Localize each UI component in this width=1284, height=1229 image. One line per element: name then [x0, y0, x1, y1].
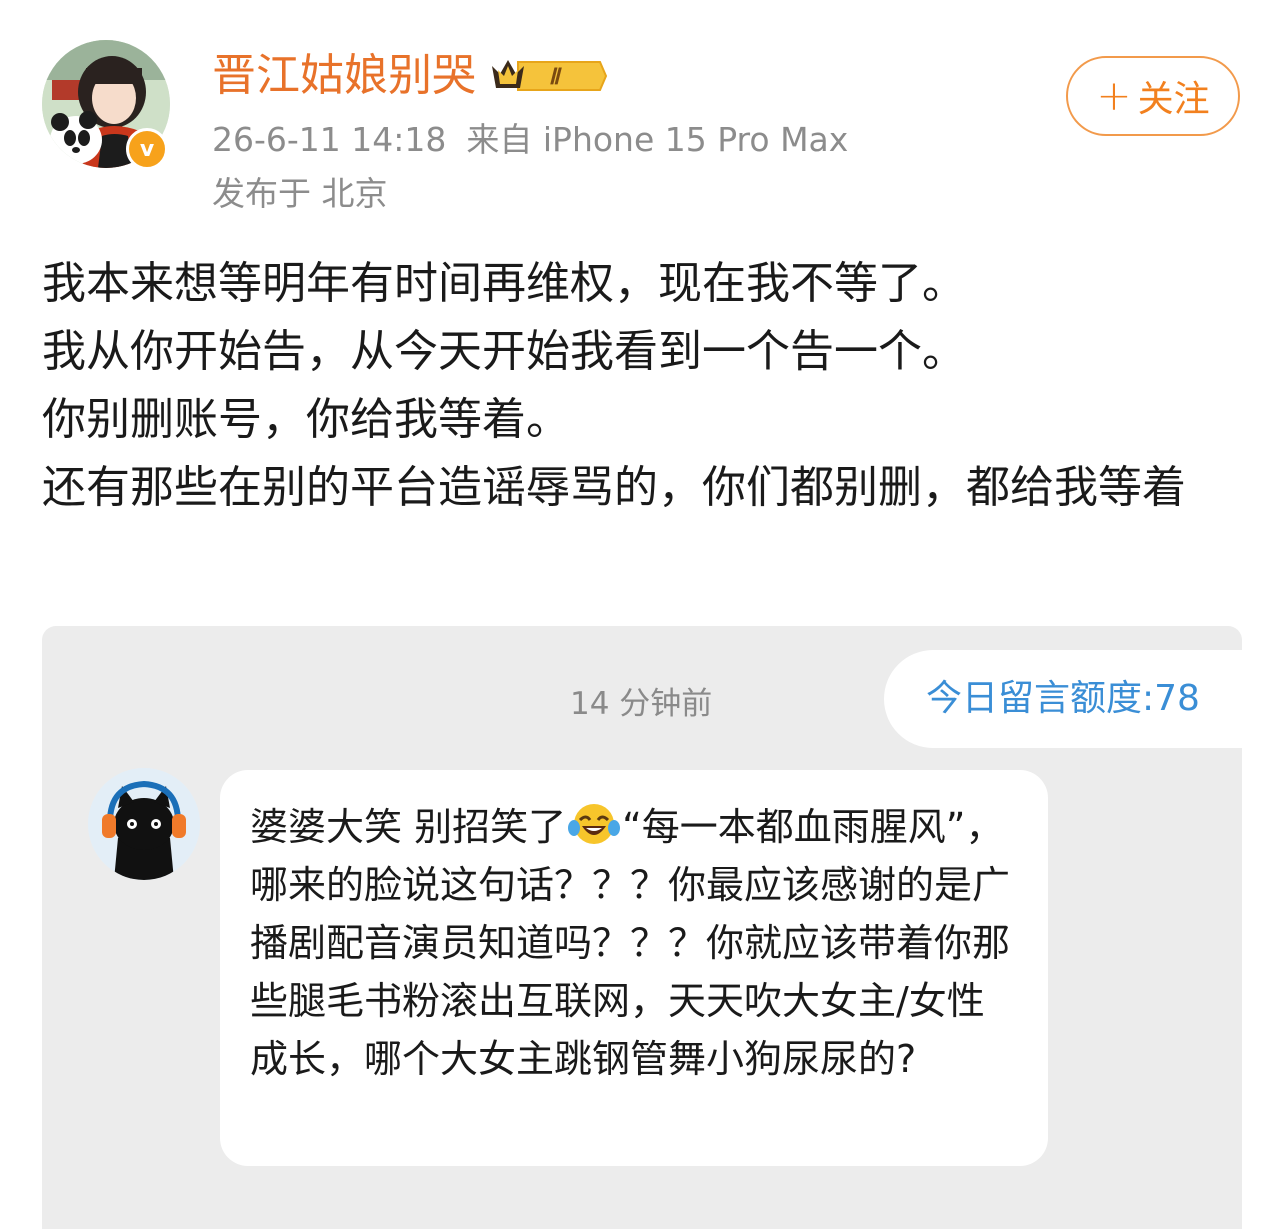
embedded-screenshot[interactable]: 14 分钟前 今日留言额度:78 婆婆大笑 别招笑了 “每一本都血雨腥风”，哪来的… [42, 626, 1242, 1229]
message-quota-badge: 今日留言额度:78 [884, 650, 1242, 748]
comment-text: 婆婆大笑 别招笑了 “每一本都血雨腥风”，哪来的脸说这句话？？？你最应该感谢的是广… [250, 798, 1018, 1088]
author-name[interactable]: 晋江姑娘别哭 [212, 48, 476, 104]
post-body: 我本来想等明年有时间再维权，现在我不等了。 我从你开始告，从今天开始我看到一个告… [42, 250, 1242, 522]
commenter-avatar [88, 768, 200, 880]
post-line: 我从你开始告，从今天开始我看到一个告一个。 [42, 326, 966, 377]
post-location: 发布于 北京 [212, 174, 388, 213]
post-line: 还有那些在别的平台造谣辱骂的，你们都别删，都给我等着 [42, 462, 1186, 513]
post-line: 我本来想等明年有时间再维权，现在我不等了。 [42, 258, 966, 309]
post-timestamp: 26-6-11 14:18 [212, 120, 447, 159]
comment-text-part: 婆婆大笑 别招笑了 [250, 805, 567, 849]
post-line: 你别删账号，你给我等着。 [42, 394, 570, 445]
follow-button[interactable]: + 关注 [1066, 56, 1240, 136]
comment-bubble[interactable]: 婆婆大笑 别招笑了 “每一本都血雨腥风”，哪来的脸说这句话？？？你最应该感谢的是广… [220, 770, 1048, 1166]
verified-icon: v [126, 128, 168, 170]
post-source: 来自 iPhone 15 Pro Max [466, 120, 849, 159]
message-time: 14 分钟前 [570, 686, 713, 722]
laughing-tears-emoji-icon [568, 800, 621, 848]
level-badge-icon[interactable]: Ⅱ [488, 52, 608, 100]
post-meta: 26-6-11 14:18 来自 iPhone 15 Pro Max [212, 118, 848, 162]
follow-label: 关注 [1137, 79, 1210, 120]
plus-icon: + [1096, 71, 1132, 120]
